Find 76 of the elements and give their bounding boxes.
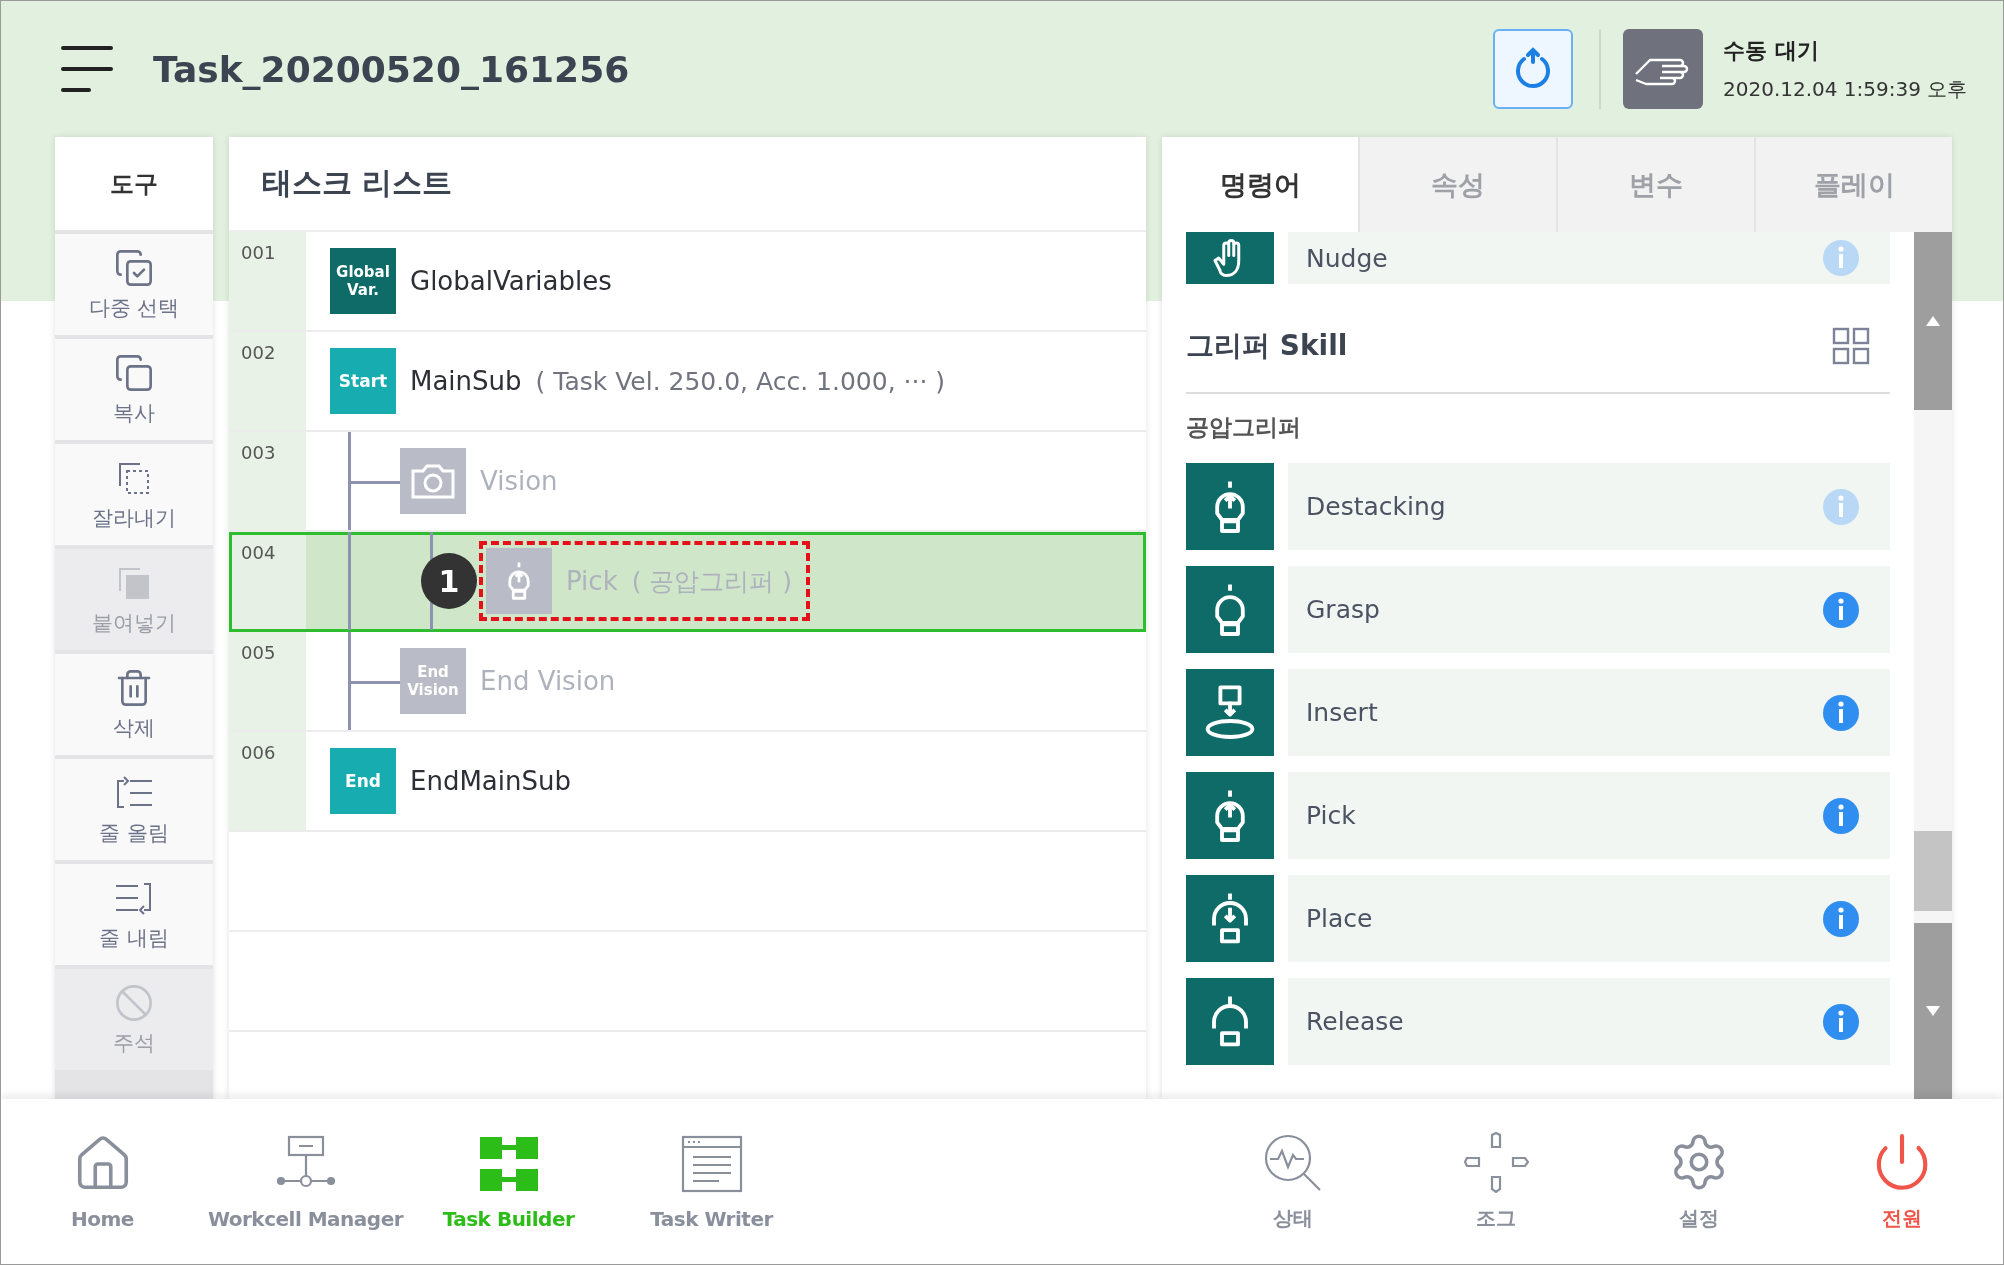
command-name: Place: [1306, 904, 1373, 933]
prohibited-icon: [114, 982, 154, 1023]
refresh-button[interactable]: [1493, 29, 1573, 109]
command-name: Grasp: [1306, 595, 1380, 624]
nav-button[interactable]: 상태: [1191, 1099, 1394, 1264]
line-number: 006: [229, 732, 306, 830]
command-icon: End Vision: [400, 648, 466, 714]
command-icon: End: [330, 748, 396, 814]
line-number: 005: [229, 632, 306, 730]
callout-number: 1: [421, 553, 477, 609]
panel-tab[interactable]: 플레이: [1754, 137, 1952, 232]
scroll-down-icon[interactable]: [1926, 1006, 1940, 1016]
info-icon[interactable]: [1822, 796, 1860, 835]
nav-button[interactable]: 전원: [1800, 1099, 2003, 1264]
copy-icon: [114, 352, 154, 393]
info-icon[interactable]: [1822, 693, 1860, 732]
line-number: 004: [229, 532, 306, 630]
info-icon[interactable]: [1822, 899, 1860, 938]
info-icon[interactable]: [1822, 590, 1860, 629]
nav-button[interactable]: Home: [1, 1099, 204, 1264]
command-item[interactable]: Insert: [1288, 669, 1890, 756]
command-item[interactable]: Release: [1288, 978, 1890, 1065]
line-number: 003: [229, 432, 306, 530]
grid-view-icon[interactable]: [1832, 327, 1870, 365]
tool-button[interactable]: 삭제: [55, 654, 213, 755]
command-icon: Global Var.: [330, 248, 396, 314]
scrollbar-thumb[interactable]: [1914, 831, 1952, 911]
menu-icon[interactable]: [59, 44, 115, 94]
command-label: GlobalVariables: [410, 266, 612, 296]
command-label: MainSub: [410, 366, 522, 396]
hand-status-icon: [1623, 29, 1703, 109]
info-icon[interactable]: [1822, 1002, 1860, 1041]
line-number: 002: [229, 332, 306, 430]
task-row[interactable]: 001 Global Var. GlobalVariables: [229, 232, 1146, 332]
command-name: Insert: [1306, 698, 1378, 727]
direction-pad-icon: [1462, 1131, 1529, 1193]
tools-heading: 도구: [55, 137, 213, 230]
camera-icon: [400, 448, 466, 514]
nav-button[interactable]: Task Builder: [407, 1099, 610, 1264]
command-label: EndMainSub: [410, 766, 571, 796]
command-icon: Start: [330, 348, 396, 414]
panel-tab[interactable]: 속성: [1358, 137, 1556, 232]
group-label: 공압그리퍼: [1186, 413, 1302, 442]
scrollbar[interactable]: [1914, 232, 1952, 1099]
panel-tab[interactable]: 변수: [1556, 137, 1754, 232]
tool-button[interactable]: 복사: [55, 339, 213, 440]
tool-button[interactable]: 줄 내림: [55, 864, 213, 965]
mode-status: 수동 대기: [1723, 36, 1820, 65]
command-label: Vision: [480, 466, 558, 496]
command-item[interactable]: Grasp: [1288, 566, 1890, 653]
task-row[interactable]: 006 End EndMainSub: [229, 732, 1146, 832]
task-title: Task_20200520_161256: [153, 48, 631, 90]
command-params: ( Task Vel. 250.0, Acc. 1.000, ··· ): [535, 366, 946, 396]
nav-button[interactable]: Task Writer: [610, 1099, 813, 1264]
nav-button[interactable]: 조그: [1394, 1099, 1597, 1264]
line-number: 001: [229, 232, 306, 330]
tool-button[interactable]: 줄 올림: [55, 759, 213, 860]
command-name: Pick: [1306, 801, 1356, 830]
nav-button[interactable]: Workcell Manager: [204, 1099, 407, 1264]
scroll-up-icon[interactable]: [1926, 316, 1940, 326]
section-title: 그리퍼 Skill: [1186, 328, 1348, 364]
command-item[interactable]: Nudge: [1288, 232, 1890, 284]
panel-tab[interactable]: 명령어: [1162, 137, 1358, 232]
nav-button[interactable]: 설정: [1597, 1099, 1800, 1264]
command-item[interactable]: Place: [1288, 875, 1890, 962]
task-row[interactable]: 002 Start MainSub ( Task Vel. 250.0, Acc. 1.000, ··· ): [229, 332, 1146, 432]
command-item[interactable]: Pick: [1288, 772, 1890, 859]
command-name: Release: [1306, 1007, 1404, 1036]
tool-button[interactable]: 잘라내기: [55, 444, 213, 545]
multi-select-icon: [114, 247, 154, 288]
command-label: End Vision: [480, 666, 616, 696]
command-name: Nudge: [1306, 243, 1388, 273]
command-name: Destacking: [1306, 492, 1446, 521]
tool-button[interactable]: 다중 선택: [55, 234, 213, 335]
datetime: 2020.12.04 1:59:39 오후: [1723, 75, 1969, 103]
command-item[interactable]: Destacking: [1288, 463, 1890, 550]
